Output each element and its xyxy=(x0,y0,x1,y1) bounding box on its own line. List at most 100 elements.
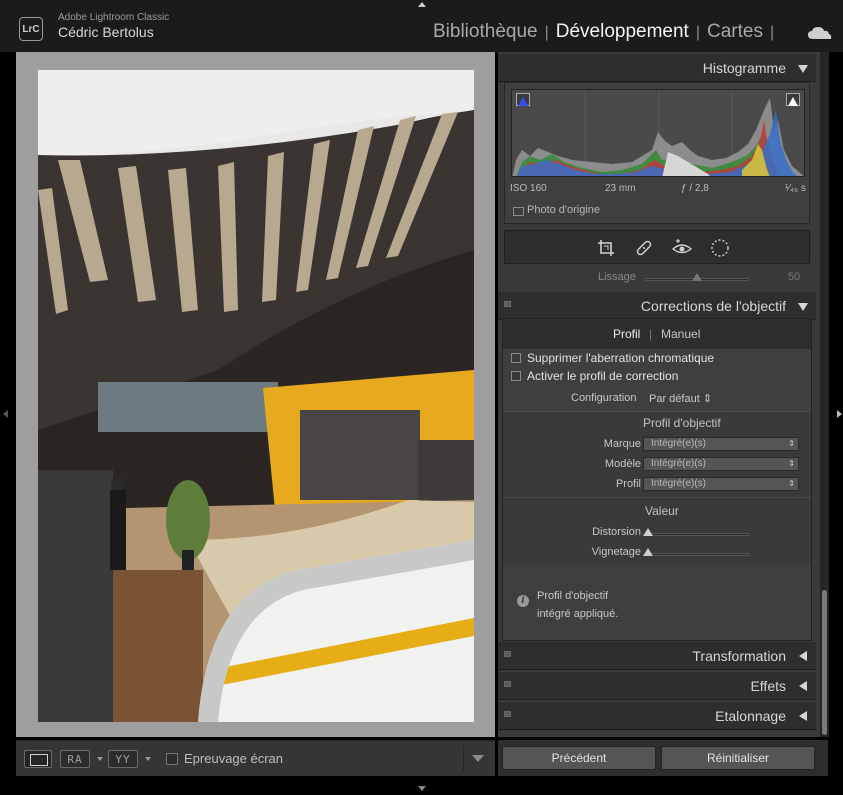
effects-panel-title: Effets xyxy=(750,678,786,694)
profile-value: Intégré(e)(s) xyxy=(651,478,707,489)
transform-panel-header[interactable]: Transformation xyxy=(498,642,816,670)
photo-viewer[interactable] xyxy=(16,52,495,737)
panel-button-bar: Précédent Réinitialiser xyxy=(498,740,828,776)
effects-panel-header[interactable]: Effets xyxy=(498,672,816,700)
toolbar-content-menu-icon[interactable] xyxy=(472,755,484,762)
vignetting-slider-thumb[interactable] xyxy=(643,548,653,556)
remove-ca-label[interactable]: Supprimer l'aberration chromatique xyxy=(527,351,714,365)
panel-enable-switch[interactable] xyxy=(504,651,511,657)
enable-profile-label[interactable]: Activer le profil de correction xyxy=(527,369,678,383)
module-picker: Bibliothèque | Développement | Cartes | xyxy=(433,21,781,43)
soft-proof-label[interactable]: Epreuvage écran xyxy=(184,751,283,766)
tool-strip xyxy=(504,230,810,264)
tab-separator: | xyxy=(649,327,653,341)
top-bar: LrC Adobe Lightroom Classic Cédric Berto… xyxy=(0,0,843,52)
tab-manual[interactable]: Manuel xyxy=(661,327,700,341)
make-dropdown[interactable]: Intégré(e)(s) ⇕ xyxy=(643,437,799,451)
healing-icon[interactable] xyxy=(634,238,654,258)
photo-content xyxy=(38,70,474,722)
triangle-up-icon xyxy=(518,97,528,106)
filmstrip-toggle-icon[interactable] xyxy=(418,786,426,791)
exif-focal-length: 23 mm xyxy=(605,183,636,194)
original-photo-checkbox[interactable] xyxy=(513,207,524,216)
info-icon: i xyxy=(517,595,529,607)
histogram-curves xyxy=(512,90,804,176)
info-line-1: Profil d'objectif xyxy=(537,590,609,602)
lens-corrections-panel-header[interactable]: Corrections de l'objectif xyxy=(498,292,816,320)
model-dropdown[interactable]: Intégré(e)(s) ⇕ xyxy=(643,457,799,471)
collapse-triangle-icon xyxy=(798,65,808,73)
info-line-2: intégré appliqué. xyxy=(537,608,619,620)
loupe-view-button[interactable] xyxy=(24,750,52,768)
lightroom-logo: LrC xyxy=(19,17,43,41)
module-maps[interactable]: Cartes xyxy=(707,21,763,43)
distortion-slider-thumb[interactable] xyxy=(643,528,653,536)
histogram-panel: ISO 160 23 mm ƒ / 2,8 ¹⁄₄₅ s Photo d'ori… xyxy=(504,82,810,224)
distortion-slider-track[interactable] xyxy=(647,533,749,536)
lens-corrections-tabs: Profil | Manuel xyxy=(503,319,811,349)
calibration-panel-header[interactable]: Etalonnage xyxy=(498,702,816,730)
transform-panel-title: Transformation xyxy=(692,648,786,664)
develop-right-panel: Histogramme ISO 160 23 mm ƒ / 2,8 ¹⁄₄₅ s… xyxy=(498,52,828,737)
remove-ca-checkbox[interactable] xyxy=(511,353,521,363)
mask-icon[interactable] xyxy=(710,238,730,258)
scrollbar-thumb[interactable] xyxy=(822,590,827,735)
lens-profile-title: Profil d'objectif xyxy=(643,416,721,430)
smoothing-label: Lissage xyxy=(598,271,636,283)
exif-aperture: ƒ / 2,8 xyxy=(681,183,709,194)
original-photo-label[interactable]: Photo d'origine xyxy=(527,204,600,216)
amount-section: Valeur Distorsion Vignetage xyxy=(503,497,811,565)
histogram-panel-title: Histogramme xyxy=(702,60,786,76)
setup-value: Par défaut xyxy=(649,393,700,405)
viewer-toolbar: RA YY Epreuvage écran xyxy=(16,740,495,776)
up-down-arrows-icon: ⇕ xyxy=(788,459,795,468)
smoothing-value[interactable]: 50 xyxy=(788,271,800,283)
before-after-tb-chevron-down-icon[interactable] xyxy=(145,757,151,761)
expand-triangle-icon xyxy=(799,711,807,721)
redeye-icon[interactable] xyxy=(672,238,692,258)
setup-dropdown[interactable]: Par défaut ⇕ xyxy=(649,392,712,405)
expand-triangle-icon xyxy=(799,681,807,691)
exif-iso: ISO 160 xyxy=(510,183,547,194)
tab-profile[interactable]: Profil xyxy=(613,327,640,341)
setup-label: Configuration xyxy=(571,392,637,404)
calibration-panel-title: Etalonnage xyxy=(715,708,786,724)
vignetting-slider-track[interactable] xyxy=(647,553,749,556)
module-separator: | xyxy=(769,24,775,41)
right-panel-scrollbar[interactable] xyxy=(820,52,829,737)
panel-enable-switch[interactable] xyxy=(504,301,511,307)
before-after-lr-button[interactable]: RA xyxy=(60,750,90,768)
crop-icon[interactable] xyxy=(596,238,616,258)
identity-plate-user: Cédric Bertolus xyxy=(58,24,154,40)
photo-image[interactable] xyxy=(38,70,474,722)
smoothing-slider-row: Lissage 50 xyxy=(498,268,816,290)
highlight-clipping-toggle[interactable] xyxy=(786,93,800,106)
histogram-panel-header[interactable]: Histogramme xyxy=(498,54,816,82)
histogram-graph[interactable] xyxy=(511,89,805,177)
panel-enable-switch[interactable] xyxy=(504,681,511,687)
top-panel-toggle-icon[interactable] xyxy=(418,2,426,7)
soft-proof-checkbox[interactable] xyxy=(166,753,178,765)
previous-button[interactable]: Précédent xyxy=(502,746,656,770)
left-panel-toggle-icon[interactable] xyxy=(3,410,8,418)
before-after-lr-chevron-down-icon[interactable] xyxy=(97,757,103,761)
enable-profile-checkbox[interactable] xyxy=(511,371,521,381)
module-library[interactable]: Bibliothèque xyxy=(433,21,538,43)
profile-dropdown[interactable]: Intégré(e)(s) ⇕ xyxy=(643,477,799,491)
lens-profile-section: Profil d'objectif Marque Intégré(e)(s) ⇕… xyxy=(503,411,811,497)
amount-title: Valeur xyxy=(645,504,679,518)
up-down-arrows-icon: ⇕ xyxy=(702,393,713,405)
shadow-clipping-toggle[interactable] xyxy=(516,93,530,106)
cloud-sync-icon[interactable] xyxy=(807,26,833,40)
exif-shutter-speed: ¹⁄₄₅ s xyxy=(785,183,806,194)
module-develop[interactable]: Développement xyxy=(556,21,689,43)
toolbar-divider xyxy=(463,746,464,772)
smoothing-slider-thumb[interactable] xyxy=(692,273,702,281)
reset-button[interactable]: Réinitialiser xyxy=(661,746,815,770)
right-panel-toggle-icon[interactable] xyxy=(837,410,842,418)
panel-enable-switch[interactable] xyxy=(504,711,511,717)
up-down-arrows-icon: ⇕ xyxy=(788,439,795,448)
distortion-label: Distorsion xyxy=(592,526,641,538)
before-after-tb-button[interactable]: YY xyxy=(108,750,138,768)
model-value: Intégré(e)(s) xyxy=(651,458,707,469)
